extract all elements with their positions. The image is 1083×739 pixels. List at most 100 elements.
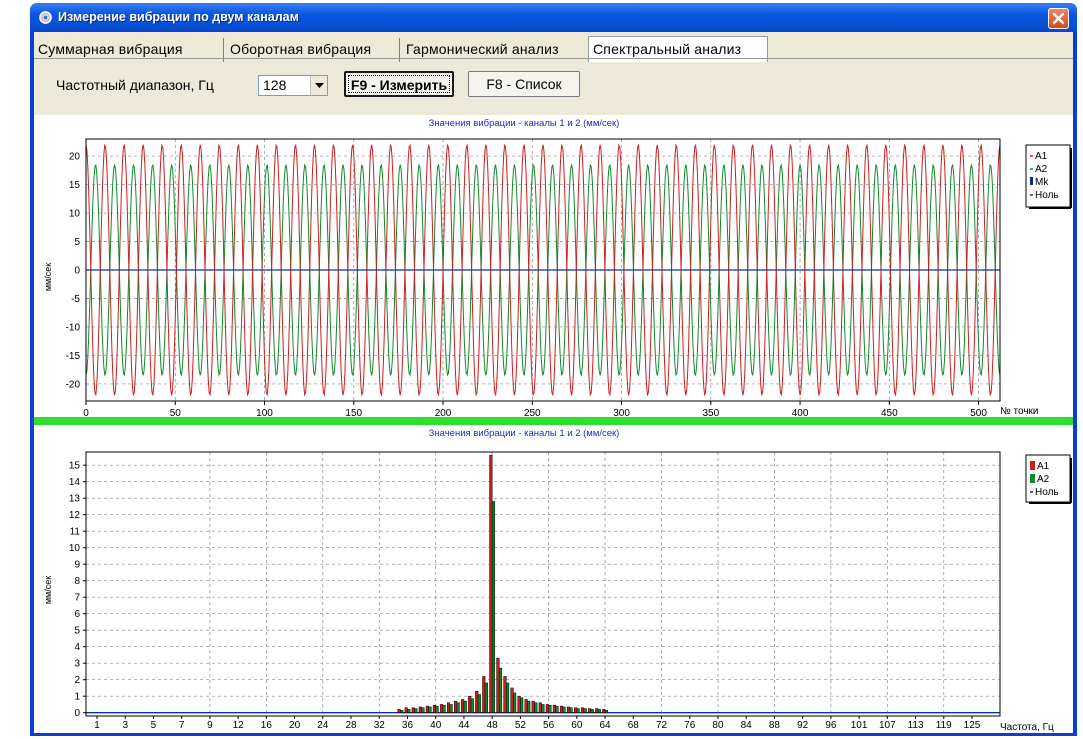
x-tick-label: 60 [571, 720, 583, 731]
spectrum-bar-a2 [428, 706, 432, 713]
spectrum-bar-a2 [456, 702, 460, 713]
frequency-range-label: Частотный диапазон, Гц [56, 77, 214, 93]
frequency-range-value: 128 [263, 77, 287, 93]
spectrum-bar-a2 [534, 702, 538, 713]
y-tick-label: 3 [74, 659, 80, 670]
chart-divider[interactable] [34, 417, 1073, 425]
spectrum-bar-a1 [503, 676, 507, 713]
list-button-label: F8 - Список [486, 76, 562, 92]
x-tick-label: 250 [524, 408, 541, 417]
app-window: Измерение вибрации по двум каналам Сумма… [30, 3, 1077, 736]
spectrum-bar-a2 [414, 708, 418, 713]
legend-swatch-a2 [1030, 474, 1035, 483]
x-tick-label: 16 [261, 720, 273, 731]
legend-label-a1: A1 [1035, 151, 1048, 162]
spectrum-bar-a2 [421, 707, 425, 713]
title-bar[interactable]: Измерение вибрации по двум каналам [30, 3, 1077, 32]
x-tick-label: 400 [792, 408, 809, 417]
y-tick-label: 12 [69, 510, 81, 521]
y-tick-label: 0 [74, 266, 80, 277]
x-tick-label: 5 [151, 720, 157, 731]
close-button[interactable] [1048, 8, 1069, 29]
x-tick-label: 28 [345, 720, 357, 731]
focus-rect [348, 75, 450, 93]
x-tick-label: 48 [487, 720, 499, 731]
spectrum-bar-a2 [449, 704, 453, 713]
spectrum-bar-a1 [454, 700, 458, 713]
spectrum-bar-a2 [562, 706, 566, 713]
x-tick-label: 20 [289, 720, 301, 731]
legend-swatch-mk [1030, 177, 1033, 185]
x-tick-label: 76 [684, 720, 696, 731]
x-tick-label: 350 [702, 408, 719, 417]
x-tick-label: 52 [515, 720, 527, 731]
spectrum-bar-a1 [545, 704, 549, 713]
y-tick-label: 6 [74, 609, 80, 620]
legend-label-a2: A2 [1037, 474, 1050, 485]
x-tick-label: 119 [936, 720, 952, 731]
dropdown-button[interactable] [310, 76, 327, 95]
x-tick-label: 500 [970, 408, 987, 417]
y-tick-label: -20 [66, 379, 81, 390]
x-tick-label: 1 [94, 720, 100, 731]
list-button[interactable]: F8 - Список [468, 71, 580, 97]
x-axis-label: Частота, Гц [1000, 722, 1054, 733]
legend: A1 A2 Ноль [1025, 454, 1072, 504]
x-tick-label: 88 [769, 720, 781, 731]
spectrum-bar-a1 [595, 708, 599, 713]
x-tick-label: 40 [430, 720, 442, 731]
x-axis: 0 50 100 150 200 250 300 350 400 450 500 [83, 401, 987, 419]
x-tick-label: 50 [170, 408, 182, 417]
y-tick-label: 10 [69, 543, 81, 554]
spectrum-chart[interactable]: Значения вибрации - каналы 1 и 2 (мм/сек… [34, 425, 1073, 733]
spectrum-bar-a1 [559, 705, 563, 713]
frequency-range-select[interactable]: 128 [258, 75, 328, 96]
spectrum-bar-a2 [513, 692, 517, 713]
y-axis-label: мм/сек [43, 576, 53, 604]
spectrum-bar-a1 [524, 699, 528, 713]
y-tick-label: 7 [74, 593, 80, 604]
measure-button[interactable]: F9 - Измерить [344, 71, 454, 97]
y-tick-label: 20 [69, 152, 81, 163]
spectrum-bar-a1 [573, 707, 578, 713]
spectrum-bar-a1 [489, 455, 493, 713]
x-tick-label: 150 [345, 408, 362, 417]
x-tick-label: 7 [179, 720, 185, 731]
y-tick-label: 1 [74, 692, 80, 703]
x-tick-label: 24 [317, 720, 329, 731]
legend-label-zero: Ноль [1035, 190, 1059, 201]
spectrum-bar-a1 [581, 707, 585, 713]
spectrum-bar-a2 [407, 709, 411, 713]
x-tick-label: 12 [233, 720, 245, 731]
y-tick-label: 8 [74, 576, 80, 587]
spectrum-bar-a1 [404, 707, 408, 713]
spectrum-bar-a1 [446, 702, 451, 713]
close-icon [1052, 12, 1065, 25]
x-tick-label: 3 [122, 720, 128, 731]
spectrum-chart-panel[interactable]: Значения вибрации - каналы 1 и 2 (мм/сек… [34, 425, 1073, 733]
spectrum-bar-a2 [590, 709, 594, 713]
x-tick-label: 72 [656, 720, 668, 731]
spectrum-bar-a2 [548, 705, 552, 713]
x-tick-label: 64 [600, 720, 612, 731]
x-tick-label: 107 [879, 720, 896, 731]
x-tick-label: 32 [374, 720, 386, 731]
y-tick-label: 5 [74, 626, 80, 637]
waveform-chart-panel[interactable]: Значения вибрации - каналы 1 и 2 (мм/сек… [34, 115, 1073, 419]
x-tick-label: 68 [628, 720, 640, 731]
x-tick-label: 92 [797, 720, 809, 731]
tab-label: Спектральный анализ [593, 41, 742, 57]
y-axis: 1514131211109876543210 [69, 461, 86, 719]
waveform-chart[interactable]: Значения вибрации - каналы 1 и 2 (мм/сек… [34, 115, 1073, 419]
spectrum-bar-a1 [588, 708, 592, 713]
y-tick-label: 10 [69, 209, 81, 220]
x-tick-label: 56 [543, 720, 555, 731]
spectrum-bar-a1 [482, 676, 486, 713]
x-tick-label: 200 [435, 408, 452, 417]
spectrum-bar-a1 [538, 702, 542, 713]
spectrum-bar-a1 [432, 705, 436, 713]
spectrum-bar-a2 [569, 707, 573, 713]
y-tick-label: -10 [66, 322, 81, 333]
spectrum-bar-a1 [602, 709, 606, 713]
legend-label-mk: Mk [1035, 177, 1049, 188]
